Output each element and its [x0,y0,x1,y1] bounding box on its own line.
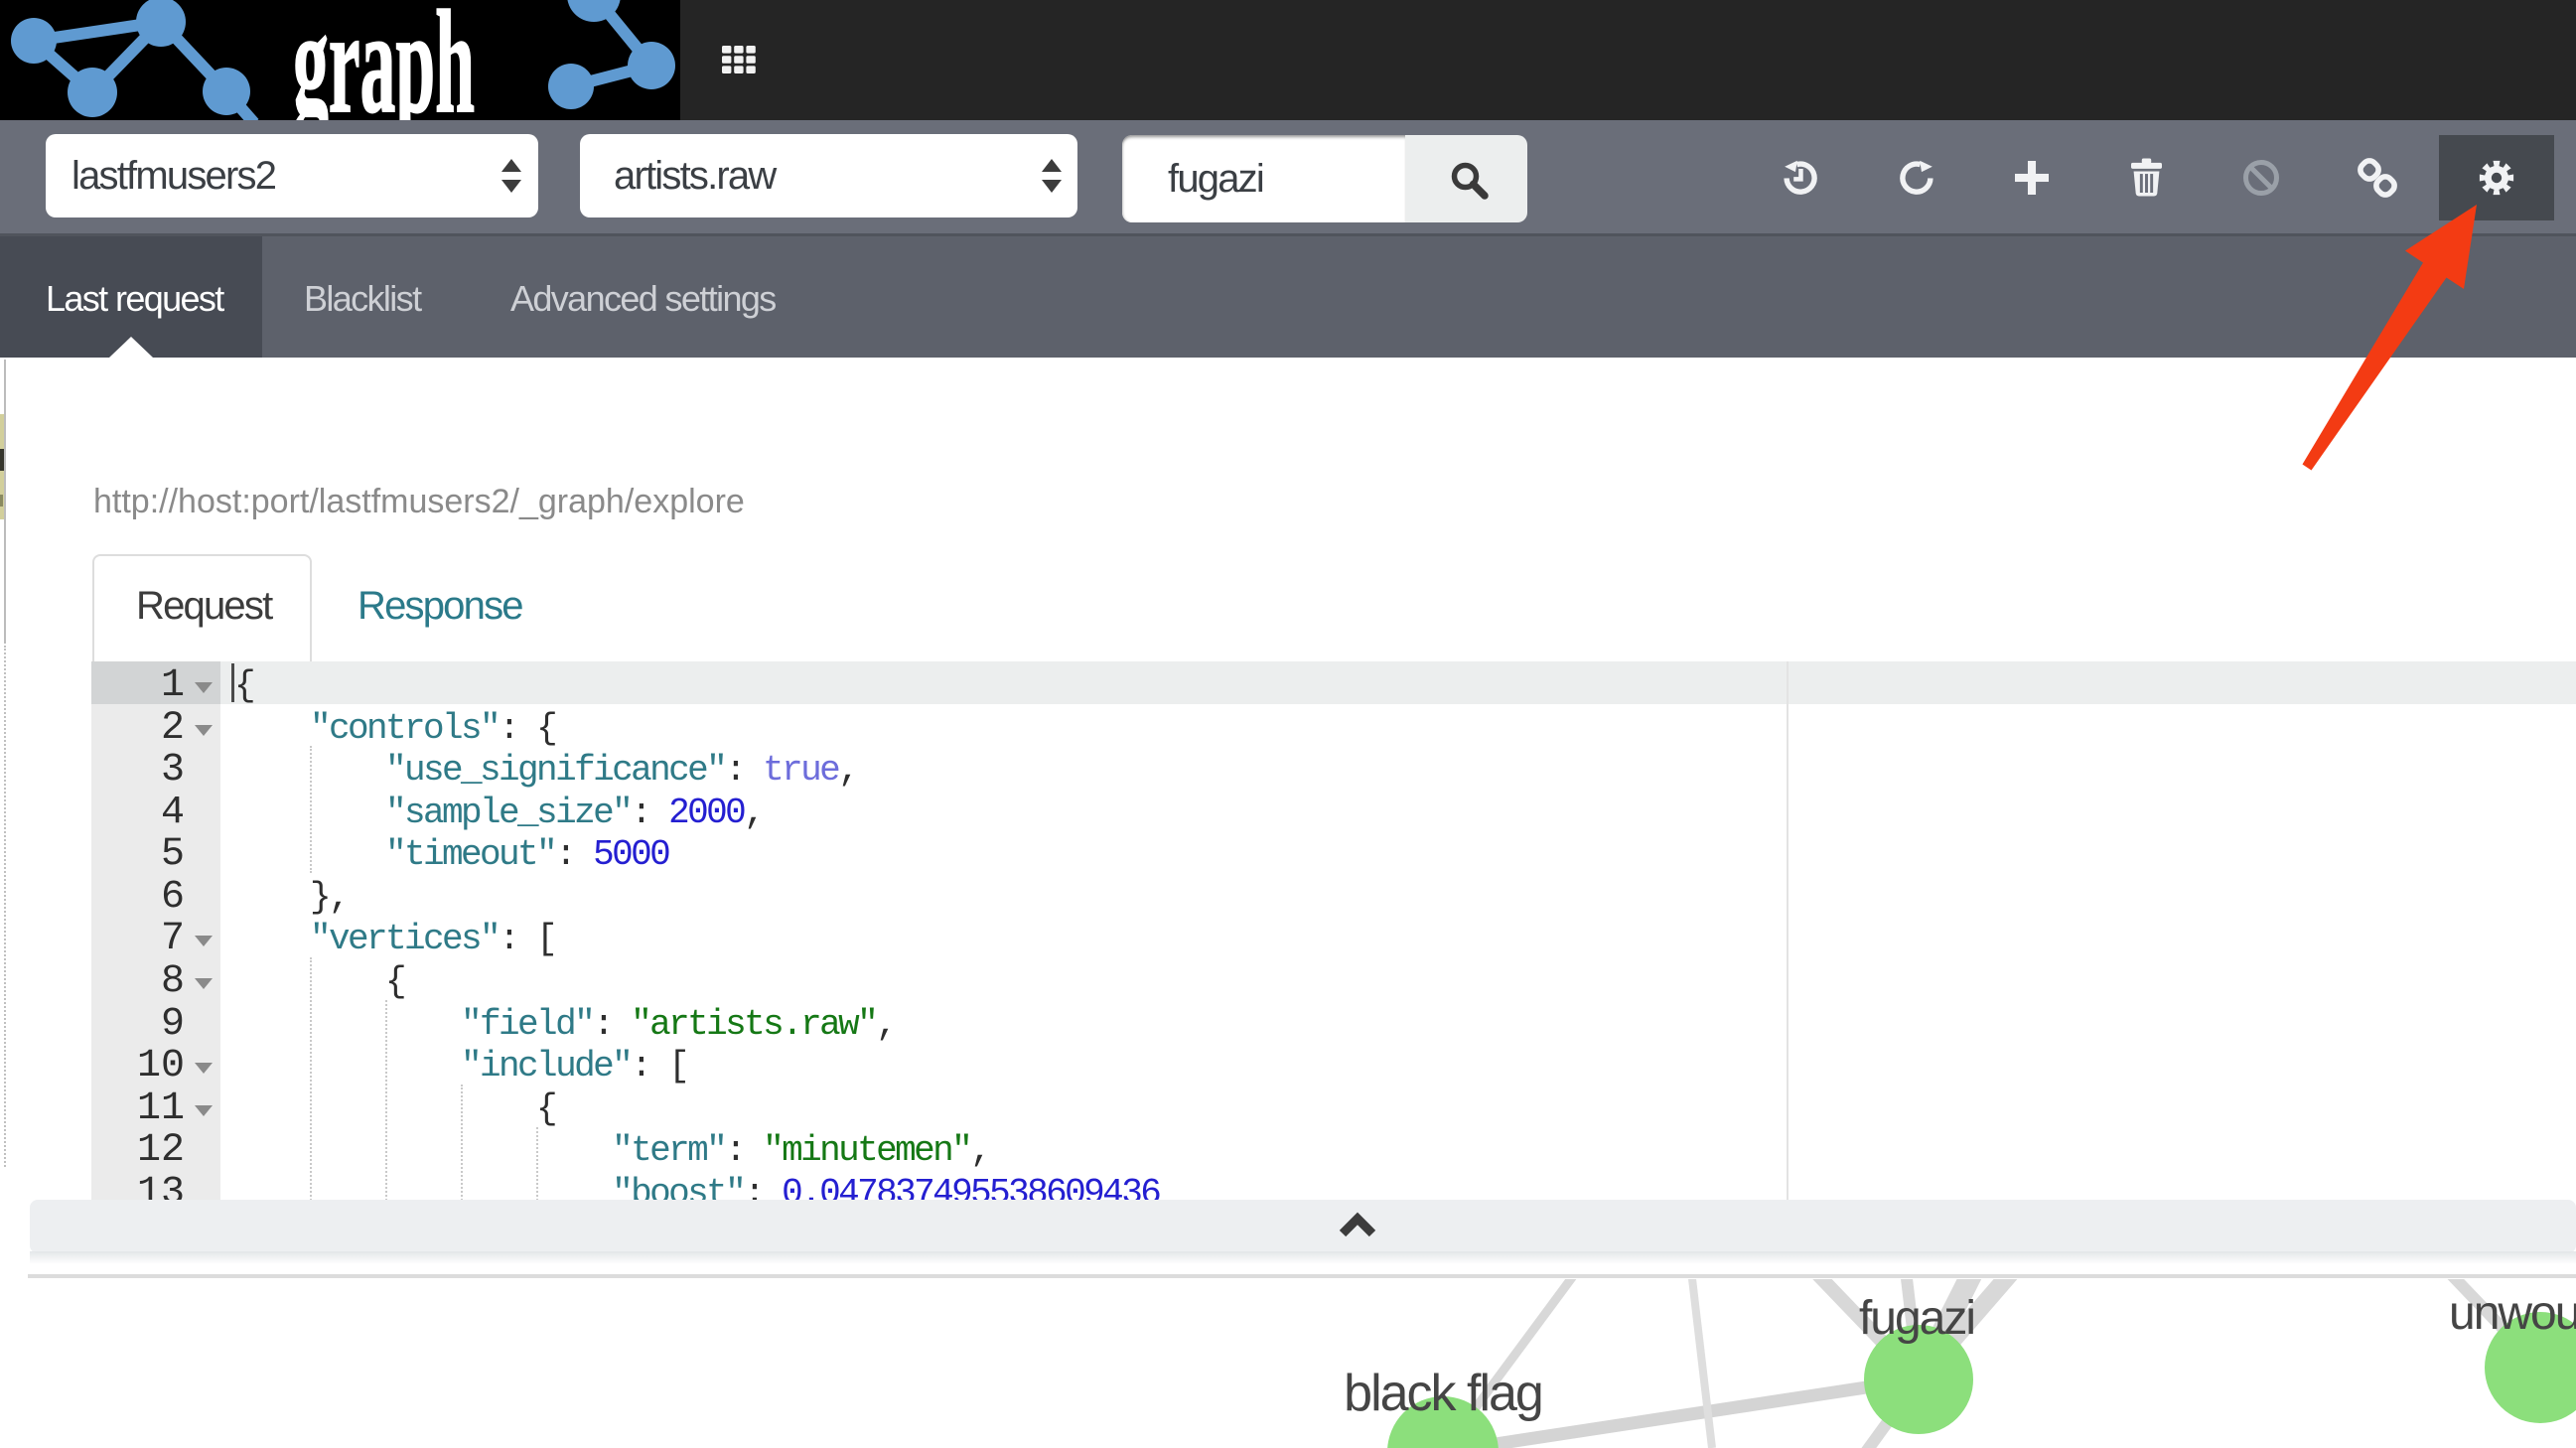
svg-text:unwound: unwound [2449,1287,2576,1340]
svg-text:graph: graph [293,0,475,120]
svg-text:fugazi: fugazi [1859,1292,1974,1345]
svg-text:black flag: black flag [1344,1365,1542,1422]
